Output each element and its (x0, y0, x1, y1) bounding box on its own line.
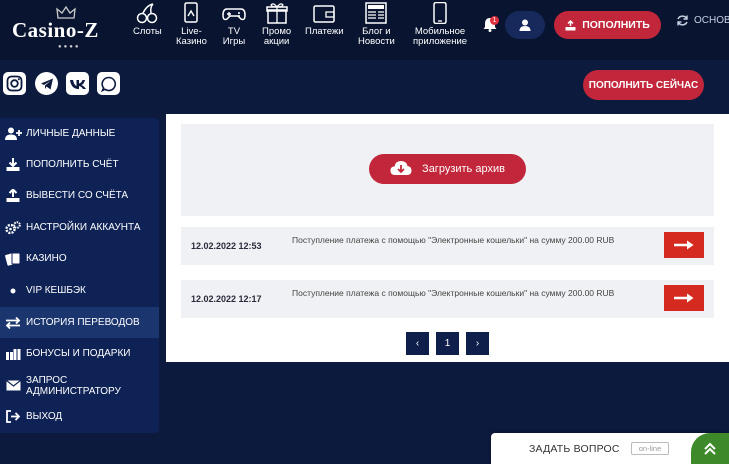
transaction-date: 12.02.2022 12:17 (191, 294, 262, 304)
smartphone-icon (433, 2, 447, 24)
cherries-icon (137, 3, 158, 24)
transaction-description: Поступление платежа с помощью "Электронн… (292, 288, 615, 298)
gifts-icon (4, 346, 22, 362)
sidebar-item-account-settings[interactable]: НАСТРОЙКИ АККАУНТА (0, 212, 159, 243)
ask-question-label: ЗАДАТЬ ВОПРОС (529, 443, 620, 455)
user-profile-button[interactable] (505, 11, 545, 39)
logo-text: Casino-Z (12, 18, 99, 42)
sidebar-item-label: ЛИЧНЫЕ ДАННЫЕ (26, 128, 116, 139)
dot-icon (4, 283, 22, 299)
nav-label: Платежи (305, 26, 344, 37)
sidebar-item-bonuses[interactable]: БОНУСЫ И ПОДАРКИ (0, 338, 159, 369)
telegram-icon (40, 78, 53, 89)
deposit-button[interactable]: ПОПОЛНИТЬ (554, 11, 661, 39)
download-icon (4, 157, 22, 173)
sidebar-item-logout[interactable]: ВЫХОД (0, 401, 159, 432)
wallet-icon (313, 5, 336, 23)
nav-label: Live- Казино (176, 26, 207, 47)
transaction-details-button[interactable] (664, 232, 704, 258)
transfer-history-panel: Загрузить архив 12.02.2022 12:53 Поступл… (166, 114, 729, 362)
nav-tv-games[interactable]: TV Игры (222, 2, 246, 58)
transaction-date: 12.02.2022 12:53 (191, 241, 262, 251)
pagination-page-button[interactable]: 1 (436, 332, 459, 355)
sidebar-item-label: БОНУСЫ И ПОДАРКИ (26, 348, 131, 359)
nav-blog-news[interactable]: Блог и Новости (358, 2, 395, 58)
sidebar-item-vip-cashback[interactable]: VIP КЕШБЭК (0, 275, 159, 306)
sidebar-item-personal-data[interactable]: ЛИЧНЫЕ ДАННЫЕ (0, 118, 159, 149)
nav-label: Слоты (133, 26, 162, 37)
upload-archive-label: Загрузить архив (422, 163, 505, 175)
account-sidebar: ЛИЧНЫЕ ДАННЫЕ ПОПОЛНИТЬ СЧЁТ ВЫВЕСТИ СО … (0, 118, 159, 433)
news-icon (365, 2, 388, 24)
vk-link[interactable] (66, 72, 89, 95)
whatsapp-link[interactable] (97, 72, 120, 95)
notification-badge: 1 (490, 16, 499, 25)
sidebar-item-label: ПОПОЛНИТЬ СЧЁТ (26, 159, 119, 170)
table-row: 12.02.2022 12:53 Поступление платежа с п… (181, 227, 714, 265)
telegram-link[interactable] (35, 72, 58, 95)
sidebar-item-admin-request[interactable]: ЗАПРОС АДМИНИСТРАТОРУ (0, 370, 159, 401)
nav-label: Мобильное приложение (413, 26, 468, 47)
nav-label: Промо акции (262, 26, 292, 47)
instagram-icon (6, 75, 23, 92)
upload-archive-button[interactable]: Загрузить архив (369, 154, 526, 184)
sidebar-item-label: ВЫВЕСТИ СО СЧЁТА (26, 190, 129, 201)
deposit-icon (565, 19, 576, 30)
logout-icon (4, 409, 22, 425)
balance-refresh[interactable]: ОСНОВ (676, 14, 729, 27)
ask-widget-expand-button[interactable] (691, 433, 729, 464)
refresh-label: ОСНОВ (694, 15, 729, 26)
gamepad-icon (222, 8, 246, 21)
table-row: 12.02.2022 12:17 Поступление платежа с п… (181, 280, 714, 318)
sidebar-item-label: КАЗИНО (26, 253, 67, 264)
sidebar-item-label: ЗАПРОС АДМИНИСТРАТОРУ (26, 374, 121, 397)
logo-dots: ●●●● (58, 44, 81, 50)
nav-slots[interactable]: Слоты (133, 2, 162, 58)
nav-label: TV Игры (222, 26, 246, 47)
cloud-download-icon (390, 161, 412, 175)
upload-archive-box: Загрузить архив (181, 124, 714, 216)
arrow-right-icon (674, 240, 694, 250)
nav-promo[interactable]: Промо акции (262, 2, 291, 58)
nav-label: Блог и Новости (358, 26, 395, 47)
casino-z-logo[interactable]: Casino-Z ●●●● (12, 6, 116, 50)
deposit-now-button[interactable]: ПОПОЛНИТЬ СЕЙЧАС (583, 70, 704, 100)
transfer-icon (4, 315, 22, 331)
top-header: Casino-Z ●●●● Слоты Live- Казино TV Игры… (0, 0, 729, 60)
sidebar-item-label: VIP КЕШБЭК (26, 285, 86, 296)
chevron-double-up-icon (704, 442, 716, 455)
instagram-link[interactable] (3, 72, 26, 95)
sidebar-item-withdraw[interactable]: ВЫВЕСТИ СО СЧЁТА (0, 180, 159, 211)
arrow-right-icon (674, 293, 694, 303)
live-casino-icon (184, 2, 199, 23)
nav-mobile-app[interactable]: Мобильное приложение (413, 2, 467, 58)
gift-icon (265, 3, 288, 24)
sidebar-item-label: ИСТОРИЯ ПЕРЕВОДОВ (26, 317, 140, 328)
envelope-icon (4, 378, 22, 394)
ask-question-widget[interactable]: ЗАДАТЬ ВОПРОС on-line (491, 433, 729, 464)
transaction-description: Поступление платежа с помощью "Электронн… (292, 235, 615, 245)
cards-icon (4, 251, 22, 267)
deposit-label: ПОПОЛНИТЬ (582, 19, 650, 31)
online-status-badge: on-line (631, 442, 669, 455)
vk-icon (69, 79, 86, 89)
sidebar-item-label: НАСТРОЙКИ АККАУНТА (26, 222, 141, 233)
nav-payments[interactable]: Платежи (305, 2, 344, 58)
sidebar-item-transfer-history[interactable]: ИСТОРИЯ ПЕРЕВОДОВ (0, 307, 159, 338)
whatsapp-icon (100, 76, 116, 92)
sidebar-item-casino[interactable]: КАЗИНО (0, 243, 159, 274)
user-icon (519, 19, 531, 31)
sidebar-item-label: ВЫХОД (26, 411, 63, 422)
gears-icon (4, 220, 22, 236)
nav-live-casino[interactable]: Live- Казино (176, 2, 207, 58)
refresh-icon (677, 15, 688, 26)
pagination-next-button[interactable]: › (466, 332, 489, 355)
transaction-details-button[interactable] (664, 285, 704, 311)
user-plus-icon (4, 126, 22, 142)
sidebar-item-deposit[interactable]: ПОПОЛНИТЬ СЧЁТ (0, 149, 159, 180)
upload-icon (4, 188, 22, 204)
pagination-prev-button[interactable]: ‹ (406, 332, 429, 355)
